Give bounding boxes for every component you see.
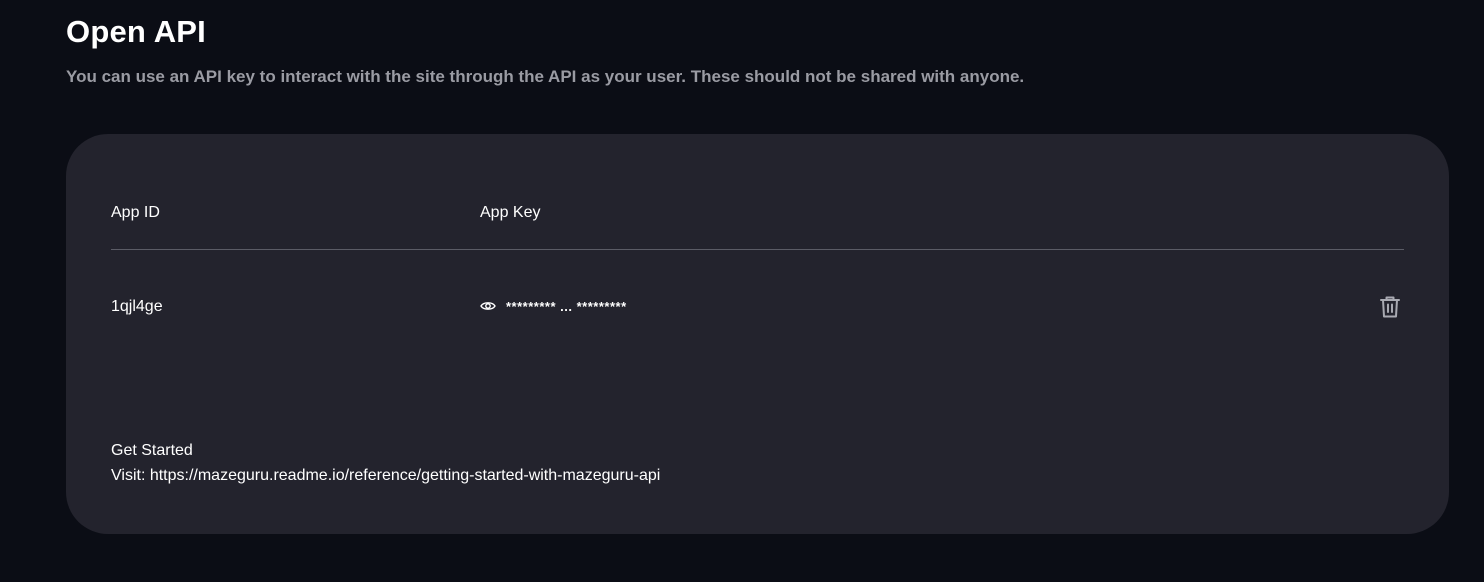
docs-link[interactable]: https://mazeguru.readme.io/reference/get… bbox=[150, 467, 660, 484]
trash-icon bbox=[1379, 295, 1401, 324]
table-divider bbox=[111, 249, 1404, 250]
open-api-page: Open API You can use an API key to inter… bbox=[0, 0, 1484, 582]
app-key-masked-value: ********* ... ********* bbox=[506, 298, 627, 314]
column-header-app-key: App Key bbox=[480, 204, 541, 221]
api-keys-card: App ID App Key 1qjl4ge ********* ... ***… bbox=[66, 134, 1449, 534]
visit-label: Visit: bbox=[111, 467, 150, 484]
page-subtitle: You can use an API key to interact with … bbox=[66, 67, 1025, 86]
eye-icon[interactable] bbox=[480, 298, 496, 314]
page-title: Open API bbox=[66, 14, 206, 49]
delete-key-button[interactable] bbox=[1378, 296, 1402, 322]
app-key-cell: ********* ... ********* bbox=[480, 298, 627, 314]
column-header-app-id: App ID bbox=[111, 204, 160, 221]
get-started-visit-line: Visit: https://mazeguru.readme.io/refere… bbox=[111, 467, 660, 485]
app-id-value: 1qjl4ge bbox=[111, 298, 163, 315]
get-started-heading: Get Started bbox=[111, 442, 193, 459]
